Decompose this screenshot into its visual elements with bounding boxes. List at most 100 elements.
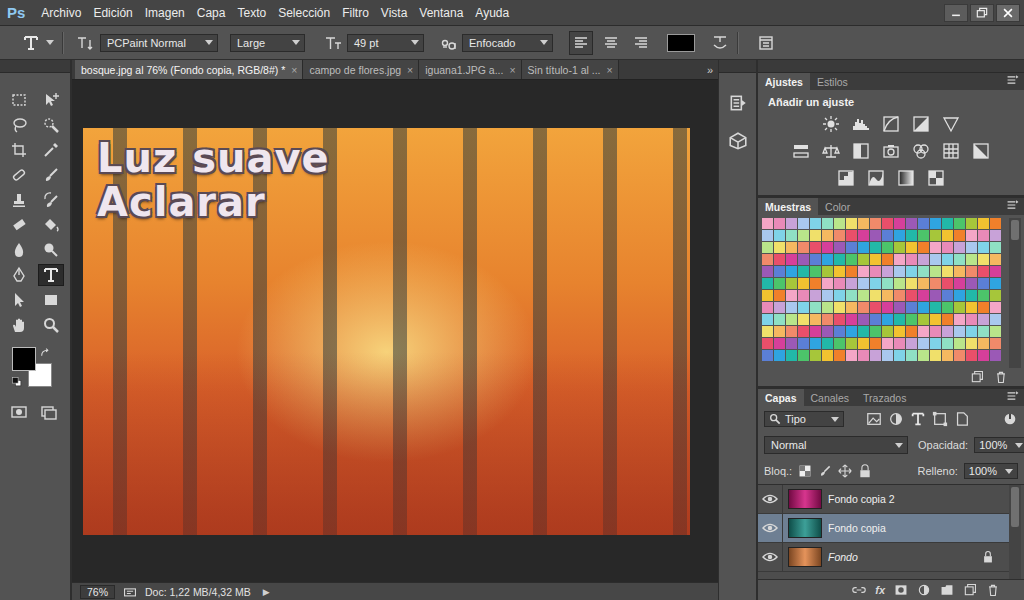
panel-menu-icon[interactable]: [1006, 389, 1020, 403]
swatch[interactable]: [966, 230, 977, 241]
swatch[interactable]: [978, 314, 989, 325]
menu-item[interactable]: Ventana: [413, 4, 469, 22]
filter-toggle-icon[interactable]: [1002, 411, 1018, 427]
swatch[interactable]: [918, 326, 929, 337]
add-mask-icon[interactable]: [894, 583, 908, 597]
menu-item[interactable]: Capa: [191, 4, 232, 22]
swatch[interactable]: [918, 242, 929, 253]
swatch[interactable]: [798, 338, 809, 349]
gradient-map-icon[interactable]: [895, 167, 917, 189]
swatch[interactable]: [870, 230, 881, 241]
dropdown-caret[interactable]: [1015, 443, 1023, 448]
swatch[interactable]: [954, 242, 965, 253]
rectangular-marquee-icon[interactable]: [10, 91, 28, 109]
zoom-icon[interactable]: [42, 316, 60, 334]
swatch[interactable]: [906, 326, 917, 337]
swatch[interactable]: [882, 242, 893, 253]
swatch[interactable]: [810, 266, 821, 277]
restore-button[interactable]: [970, 4, 994, 22]
blur-icon[interactable]: [10, 241, 28, 259]
filter-kind[interactable]: Tipo: [785, 413, 821, 425]
swatch[interactable]: [990, 254, 1001, 265]
swatch[interactable]: [846, 302, 857, 313]
swatch[interactable]: [954, 218, 965, 229]
font-style-dropdown-value[interactable]: Large: [237, 37, 286, 49]
swatch[interactable]: [786, 314, 797, 325]
swatch[interactable]: [990, 218, 1001, 229]
swatch[interactable]: [774, 302, 785, 313]
layer-row[interactable]: Fondo copia 2: [758, 485, 1009, 514]
swatch[interactable]: [882, 326, 893, 337]
rectangle-icon[interactable]: [42, 291, 60, 309]
tab-close-button[interactable]: ×: [607, 64, 613, 76]
swatch[interactable]: [870, 254, 881, 265]
menu-item[interactable]: Filtro: [336, 4, 375, 22]
visibility-toggle[interactable]: [758, 543, 783, 571]
swatch[interactable]: [846, 338, 857, 349]
text-orientation-icon[interactable]: [76, 34, 94, 52]
swatch[interactable]: [990, 350, 1001, 361]
character-panel-icon[interactable]: [757, 34, 775, 52]
path-selection-icon[interactable]: [10, 291, 28, 309]
swatch[interactable]: [894, 314, 905, 325]
swatch[interactable]: [966, 302, 977, 313]
swatch[interactable]: [966, 242, 977, 253]
panel-tab[interactable]: Capas: [758, 389, 804, 406]
posterize-icon[interactable]: [835, 167, 857, 189]
swatch[interactable]: [834, 278, 845, 289]
quick-mask-icon[interactable]: [10, 403, 28, 421]
swatch[interactable]: [846, 290, 857, 301]
swatch[interactable]: [930, 290, 941, 301]
swatch[interactable]: [918, 278, 929, 289]
layer-name[interactable]: Fondo copia 2: [828, 493, 895, 505]
swatch[interactable]: [858, 302, 869, 313]
swatch[interactable]: [846, 230, 857, 241]
swatch[interactable]: [774, 278, 785, 289]
swatch[interactable]: [894, 302, 905, 313]
swatch[interactable]: [954, 266, 965, 277]
eraser-icon[interactable]: [10, 216, 28, 234]
swatch[interactable]: [906, 242, 917, 253]
panel-tab[interactable]: Color: [818, 198, 857, 215]
opacity-value[interactable]: 100%: [979, 439, 1007, 451]
font-style-dropdown[interactable]: Large: [230, 34, 305, 52]
swatch[interactable]: [930, 242, 941, 253]
filter-smart-object-icon[interactable]: [954, 411, 970, 427]
channel-mixer-icon[interactable]: [910, 140, 932, 162]
tool-button[interactable]: [38, 314, 64, 336]
swatch[interactable]: [798, 326, 809, 337]
default-colors-icon[interactable]: [12, 377, 22, 387]
black-white-icon[interactable]: [850, 140, 872, 162]
swatch[interactable]: [870, 338, 881, 349]
filter-shape-icon[interactable]: [932, 411, 948, 427]
swatch[interactable]: [858, 218, 869, 229]
fill-field[interactable]: 100%: [964, 463, 1018, 479]
swatch[interactable]: [774, 290, 785, 301]
swatch[interactable]: [882, 254, 893, 265]
swatch[interactable]: [990, 278, 1001, 289]
layer-row[interactable]: Fondo copia: [758, 514, 1009, 543]
swatch[interactable]: [786, 338, 797, 349]
document-tab[interactable]: iguana1.JPG a...×: [419, 60, 521, 79]
swatch[interactable]: [942, 254, 953, 265]
pen-icon[interactable]: [10, 266, 28, 284]
tool-button[interactable]: [6, 89, 32, 111]
tab-label[interactable]: campo de flores.jpg: [309, 64, 401, 76]
swatch[interactable]: [906, 290, 917, 301]
swatch[interactable]: [846, 314, 857, 325]
panel-menu-icon[interactable]: [1006, 198, 1020, 212]
swatch[interactable]: [810, 338, 821, 349]
tab-label[interactable]: bosque.jpg al 76% (Fondo copia, RGB/8#) …: [81, 64, 285, 76]
lock-transparent-icon[interactable]: [798, 464, 812, 478]
swatch[interactable]: [978, 254, 989, 265]
dropdown-caret[interactable]: [205, 40, 213, 45]
swatch[interactable]: [822, 290, 833, 301]
swatch[interactable]: [930, 302, 941, 313]
tab-close-button[interactable]: ×: [509, 64, 515, 76]
swatch[interactable]: [798, 266, 809, 277]
swatch[interactable]: [858, 350, 869, 361]
swatch[interactable]: [834, 218, 845, 229]
swatch[interactable]: [810, 326, 821, 337]
tool-button[interactable]: [38, 164, 64, 186]
history-brush-icon[interactable]: [42, 191, 60, 209]
